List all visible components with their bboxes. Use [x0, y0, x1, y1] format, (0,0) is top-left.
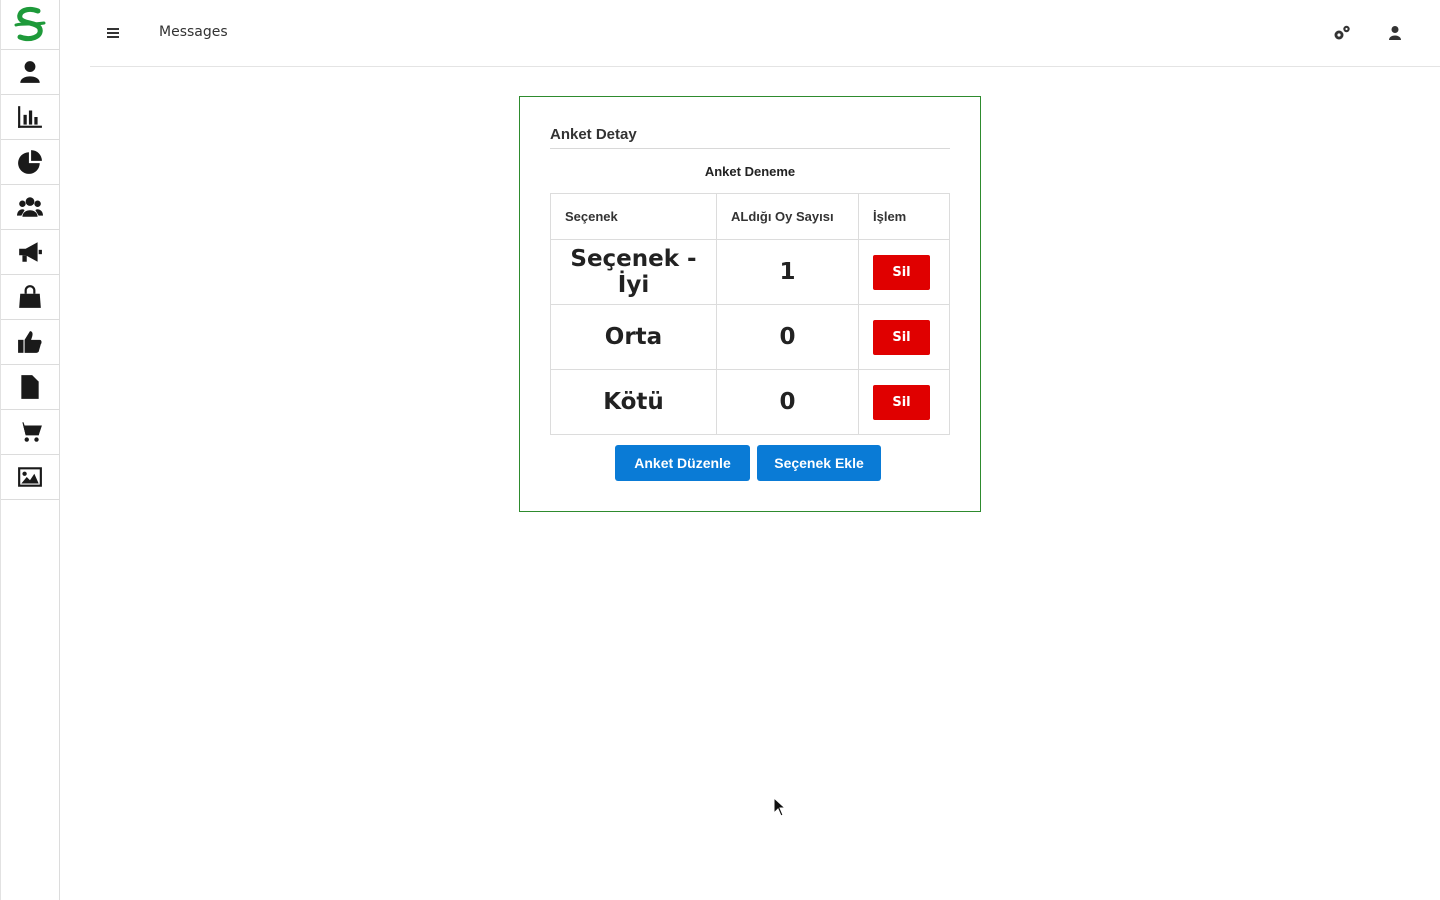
page-title: Messages [159, 24, 228, 40]
user-icon [20, 61, 40, 83]
vote-count: 0 [716, 369, 859, 435]
sidebar-item-likes[interactable] [1, 320, 59, 365]
card-title: Anket Detay [550, 126, 950, 149]
table-header-row: Seçenek ALdığı Oy Sayısı İşlem [550, 193, 950, 240]
column-header-votes: ALdığı Oy Sayısı [716, 193, 859, 240]
option-name: Seçenek - İyi [550, 239, 717, 305]
sidebar-item-users[interactable] [1, 185, 59, 230]
options-table: Seçenek ALdığı Oy Sayısı İşlem Seçenek -… [550, 193, 950, 435]
survey-detail-card: Anket Detay Anket Deneme Seçenek ALdığı … [519, 96, 981, 512]
column-header-option: Seçenek [550, 193, 717, 240]
gears-icon [1334, 25, 1350, 40]
card-actions: Anket Düzenle Seçenek Ekle [615, 445, 881, 481]
brand-logo-icon [14, 6, 46, 41]
sidebar-item-campaigns[interactable] [1, 230, 59, 275]
option-name: Orta [550, 304, 717, 370]
settings-button[interactable] [1333, 24, 1351, 42]
sidebar-item-documents[interactable] [1, 365, 59, 410]
file-icon [21, 375, 39, 399]
edit-survey-button[interactable]: Anket Düzenle [615, 445, 750, 481]
table-row: Seçenek - İyi 1 Sil [550, 239, 950, 305]
shopping-bag-icon [19, 285, 41, 308]
users-icon [17, 197, 43, 217]
sidebar [0, 0, 60, 900]
user-menu-button[interactable] [1388, 25, 1402, 41]
delete-option-button[interactable]: Sil [873, 254, 930, 290]
vote-count: 0 [716, 304, 859, 370]
add-option-button[interactable]: Seçenek Ekle [757, 445, 881, 481]
table-row: Kötü 0 Sil [550, 369, 950, 435]
top-bar: Messages [90, 0, 1440, 67]
sidebar-item-shop[interactable] [1, 275, 59, 320]
sidebar-item-user[interactable] [1, 50, 59, 95]
delete-option-button[interactable]: Sil [873, 384, 930, 420]
brand-logo[interactable] [1, 0, 59, 50]
sidebar-item-gallery[interactable] [1, 455, 59, 500]
column-header-action: İşlem [858, 193, 950, 240]
action-cell: Sil [858, 369, 950, 435]
sidebar-item-pie-chart[interactable] [1, 140, 59, 185]
table-row: Orta 0 Sil [550, 304, 950, 370]
vote-count: 1 [716, 239, 859, 305]
action-cell: Sil [858, 239, 950, 305]
survey-name: Anket Deneme [704, 164, 796, 179]
sidebar-item-bar-chart[interactable] [1, 95, 59, 140]
sidebar-item-cart[interactable] [1, 410, 59, 455]
megaphone-icon [19, 242, 42, 262]
user-icon [1389, 26, 1401, 40]
menu-toggle-button[interactable] [107, 24, 121, 42]
image-icon [18, 467, 42, 487]
hamburger-icon [107, 28, 119, 38]
delete-option-button[interactable]: Sil [873, 319, 930, 355]
action-cell: Sil [858, 304, 950, 370]
pie-chart-icon [18, 150, 42, 174]
bar-chart-icon [18, 106, 42, 128]
cart-icon [18, 422, 42, 442]
option-name: Kötü [550, 369, 717, 435]
thumbs-up-icon [18, 331, 42, 353]
mouse-cursor-icon [773, 797, 787, 817]
